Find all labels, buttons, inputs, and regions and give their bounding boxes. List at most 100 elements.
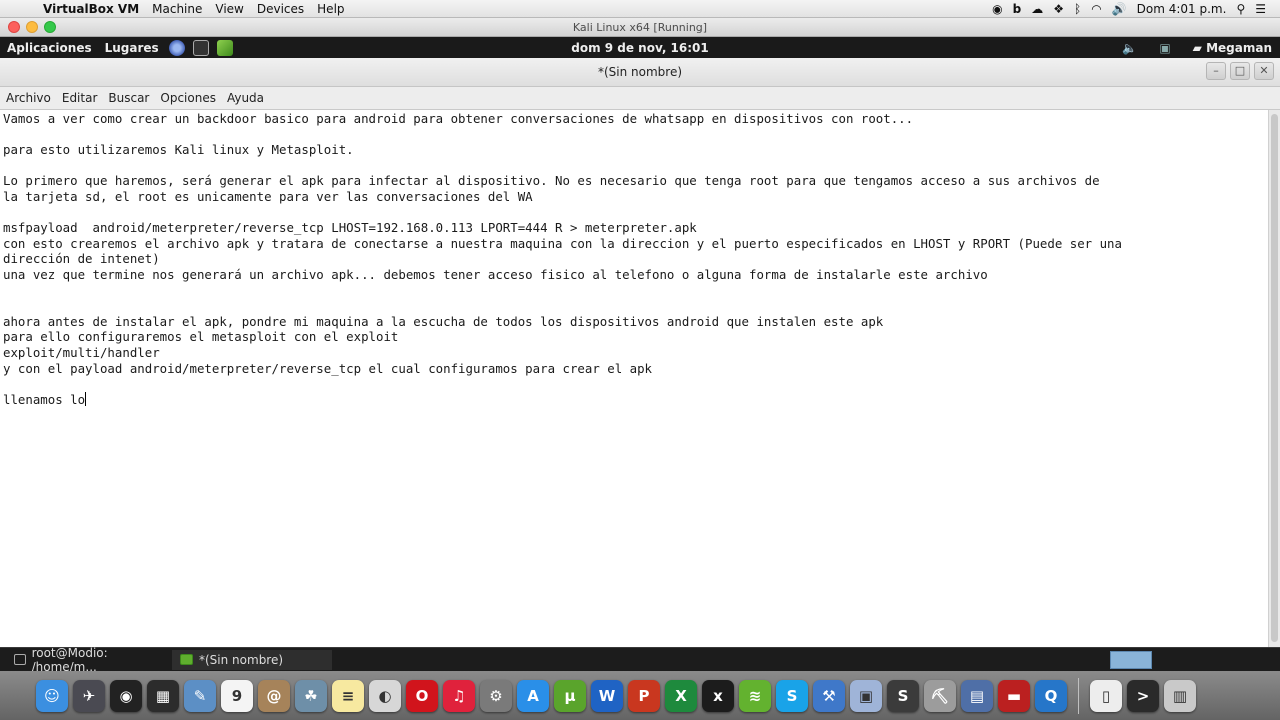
vertical-scrollbar[interactable] [1268, 110, 1280, 647]
xbmc-icon[interactable]: x [702, 679, 734, 712]
circle-icon[interactable]: ◉ [992, 2, 1002, 16]
powerpoint-icon[interactable]: P [628, 679, 660, 712]
word-icon[interactable]: W [591, 679, 623, 712]
menu-archivo[interactable]: Archivo [0, 91, 56, 105]
text-line [3, 376, 1265, 392]
current-line-text: llenamos lo [3, 391, 86, 407]
photos-icon[interactable]: ☘ [295, 679, 327, 712]
calendar-icon[interactable]: 9 [221, 679, 253, 712]
utorrent-icon[interactable]: µ [554, 679, 586, 712]
document-icon[interactable]: ▯ [1090, 679, 1122, 712]
preview2-icon[interactable]: ◐ [369, 679, 401, 712]
task-terminal[interactable]: root@Modio: /home/m... [6, 646, 166, 674]
preview-icon[interactable]: ✎ [184, 679, 216, 712]
wifi-icon[interactable]: ◠ [1091, 2, 1101, 16]
maximize-icon[interactable]: □ [1230, 62, 1250, 80]
text-line: con esto crearemos el archivo apk y trat… [3, 235, 1122, 251]
cloud-icon[interactable]: ☁ [1031, 2, 1043, 16]
gedit-menubar: Archivo Editar Buscar Opciones Ayuda [0, 87, 1280, 110]
mac-dock: ☺ ✈ ◉ ▦ ✎ 9 @ ☘ ≡ ◐ O ♫ ⚙ Aµ W P Xx ≋ S ⚒ ▣ S ⛏ ▤ ▬ Q ▯ > ▥ [0, 671, 1280, 720]
terminal-icon[interactable]: > [1127, 679, 1159, 712]
gedit-icon [180, 654, 193, 665]
task-label: root@Modio: /home/m... [31, 645, 108, 674]
notes-icon[interactable]: ≡ [332, 679, 364, 712]
menu-help[interactable]: Help [314, 2, 354, 16]
menu-buscar[interactable]: Buscar [102, 91, 154, 105]
quicktime-icon[interactable]: Q [1035, 679, 1067, 712]
list-icon[interactable]: ☰ [1255, 2, 1266, 16]
text-line: msfpayload android/meterpreter/reverse_t… [3, 220, 697, 236]
itunes-icon[interactable]: ♫ [443, 679, 475, 712]
menu-opciones[interactable]: Opciones [154, 91, 221, 105]
opera-icon[interactable]: O [406, 679, 438, 712]
network-icon[interactable]: ▣ [1159, 41, 1170, 55]
utility-icon[interactable]: ⛏ [924, 679, 956, 712]
text-editor-area[interactable]: Vamos a ver como crear un backdoor basic… [0, 110, 1268, 647]
terminal-icon [14, 654, 26, 665]
sublime-text-icon[interactable]: S [887, 679, 919, 712]
text-line: y con el payload android/meterpreter/rev… [3, 360, 653, 376]
iceweasel-icon[interactable] [168, 39, 185, 56]
image-capture-icon[interactable]: ▤ [961, 679, 993, 712]
xcode-icon[interactable]: ⚒ [813, 679, 845, 712]
excel-icon[interactable]: X [665, 679, 697, 712]
text-line: exploit/multi/handler [3, 344, 160, 360]
dropbox-icon[interactable]: ❖ [1053, 2, 1064, 16]
workspace-switcher[interactable] [1110, 650, 1152, 669]
app-store-icon[interactable]: A [517, 679, 549, 712]
gedit-icon[interactable] [216, 39, 233, 56]
gedit-titlebar: *(Sin nombre) – □ ✕ [0, 58, 1280, 87]
text-line-current: llenamos lo [3, 391, 1265, 408]
skype-icon[interactable]: S [776, 679, 808, 712]
vbox-window-title: Kali Linux x64 [Running] [572, 20, 708, 34]
filezilla-icon[interactable]: ▬ [998, 679, 1030, 712]
task-label: *(Sin nombre) [199, 652, 284, 667]
system-preferences-icon[interactable]: ⚙ [480, 679, 512, 712]
close-window-button[interactable] [8, 21, 20, 33]
minimize-window-button[interactable] [26, 21, 38, 33]
text-line [3, 158, 1265, 174]
contacts-icon[interactable]: @ [258, 679, 290, 712]
user-menu[interactable]: ▰ Megaman [1193, 41, 1272, 55]
chat-icon: ▰ [1192, 40, 1202, 55]
menu-view[interactable]: View [212, 2, 253, 16]
menu-editar[interactable]: Editar [56, 91, 103, 105]
menubar-clock[interactable]: Dom 4:01 p.m. [1137, 2, 1227, 16]
text-line: para ello configuraremos el metasploit c… [3, 329, 399, 345]
b-icon[interactable]: b [1013, 2, 1022, 16]
launchpad-icon[interactable]: ✈ [73, 679, 105, 712]
text-line [3, 298, 1265, 314]
text-line: una vez que termine nos generará un arch… [3, 266, 988, 282]
terminal-icon[interactable] [192, 39, 209, 56]
trash-icon[interactable]: ▥ [1164, 679, 1196, 712]
search-icon[interactable]: ⚲ [1236, 2, 1245, 16]
gnome-bottom-taskbar: root@Modio: /home/m... *(Sin nombre) [0, 646, 1280, 674]
dashboard-icon[interactable]: ◉ [110, 679, 142, 712]
text-line: para esto utilizaremos Kali linux y Meta… [3, 142, 354, 158]
finder-icon[interactable]: ☺ [36, 679, 68, 712]
text-line [3, 205, 1265, 221]
text-line: Lo primero que haremos, será generar el … [3, 173, 1100, 189]
mission-control-icon[interactable]: ▦ [147, 679, 179, 712]
text-line [3, 283, 1265, 299]
spotify-icon[interactable]: ≋ [739, 679, 771, 712]
minimize-icon[interactable]: – [1206, 62, 1226, 80]
bluetooth-icon[interactable]: ᛒ [1074, 2, 1081, 16]
close-icon[interactable]: ✕ [1254, 62, 1274, 80]
menu-devices[interactable]: Devices [254, 2, 314, 16]
zoom-window-button[interactable] [44, 21, 56, 33]
mac-menu-bar: VirtualBox VM Machine View Devices Help … [0, 0, 1280, 18]
vbox-titlebar: Kali Linux x64 [Running] [0, 18, 1280, 37]
menu-machine[interactable]: Machine [149, 2, 212, 16]
applications-menu[interactable]: Aplicaciones [0, 41, 98, 55]
menu-app-name[interactable]: VirtualBox VM [40, 2, 149, 16]
scrollbar-thumb[interactable] [1271, 114, 1278, 642]
places-menu[interactable]: Lugares [98, 41, 165, 55]
text-line: Vamos a ver como crear un backdoor basic… [3, 111, 914, 126]
virtualbox-icon[interactable]: ▣ [850, 679, 882, 712]
volume-icon[interactable]: 🔈 [1122, 41, 1137, 55]
task-gedit[interactable]: *(Sin nombre) [172, 649, 332, 670]
menu-ayuda[interactable]: Ayuda [221, 91, 269, 105]
dock-separator [1078, 677, 1079, 714]
volume-icon[interactable]: 🔊 [1112, 2, 1127, 16]
